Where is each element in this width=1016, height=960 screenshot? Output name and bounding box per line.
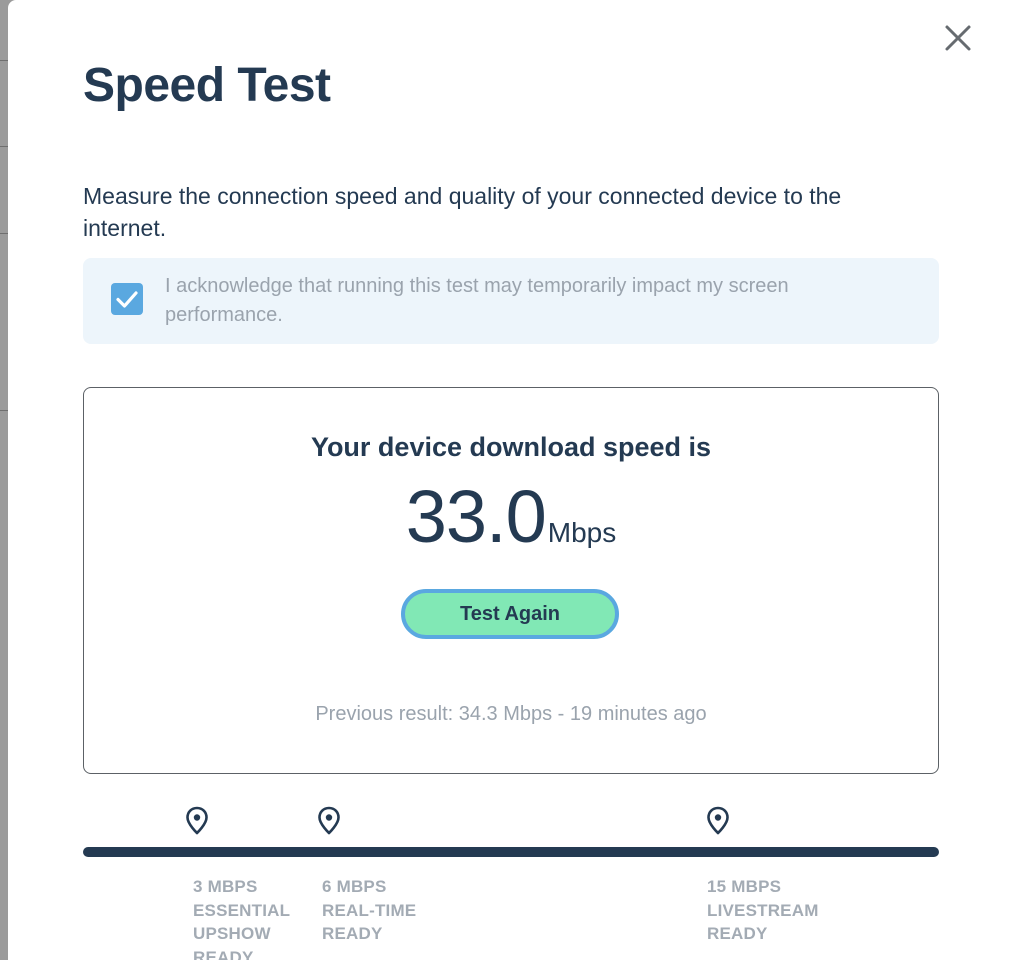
speed-test-modal: Speed Test Measure the connection speed …	[8, 0, 1016, 960]
threshold-speed: 6 MBPS	[322, 877, 387, 896]
map-pin-icon	[318, 806, 340, 835]
test-again-button[interactable]: Test Again	[401, 589, 619, 639]
threshold-label-essential: 3 MBPS ESSENTIAL UPSHOW READY	[193, 875, 313, 960]
acknowledgement-box: I acknowledge that running this test may…	[83, 258, 939, 344]
map-pin-icon	[707, 806, 729, 835]
modal-title: Speed Test	[83, 59, 331, 112]
acknowledgement-text: I acknowledge that running this test may…	[165, 275, 789, 326]
background-divider	[0, 233, 8, 234]
speed-scale-bar	[83, 847, 939, 857]
threshold-speed: 15 MBPS	[707, 877, 782, 896]
modal-description: Measure the connection speed and quality…	[83, 183, 842, 241]
threshold-line: LIVESTREAM	[707, 900, 819, 920]
threshold-line: ESSENTIAL	[193, 900, 291, 920]
result-card: Your device download speed is 33.0Mbps T…	[83, 387, 939, 774]
threshold-label-realtime: 6 MBPS REAL-TIME READY	[322, 875, 442, 946]
threshold-line: UPSHOW	[193, 924, 271, 943]
threshold-line: READY	[322, 924, 383, 943]
map-pin-icon	[186, 806, 208, 835]
speed-value: 33.0	[405, 475, 547, 558]
threshold-line: READY	[193, 947, 254, 960]
background-divider	[0, 146, 8, 147]
close-icon	[945, 25, 971, 51]
speed-unit: Mbps	[547, 517, 617, 548]
threshold-line: READY	[707, 924, 768, 943]
background-divider	[0, 60, 8, 61]
acknowledgement-checkbox[interactable]	[111, 283, 143, 315]
previous-result: Previous result: 34.3 Mbps - 19 minutes …	[315, 703, 707, 725]
result-heading: Your device download speed is	[310, 432, 712, 462]
close-button[interactable]	[938, 18, 978, 58]
threshold-line: REAL-TIME	[322, 900, 417, 920]
checkmark-icon	[116, 291, 138, 308]
speed-scale: 3 MBPS ESSENTIAL UPSHOW READY 6 MBPS REA…	[83, 800, 939, 960]
threshold-label-livestream: 15 MBPS LIVESTREAM READY	[707, 875, 827, 946]
threshold-speed: 3 MBPS	[193, 877, 258, 896]
speed-readout: 33.0Mbps	[84, 474, 938, 559]
background-divider	[0, 410, 8, 411]
